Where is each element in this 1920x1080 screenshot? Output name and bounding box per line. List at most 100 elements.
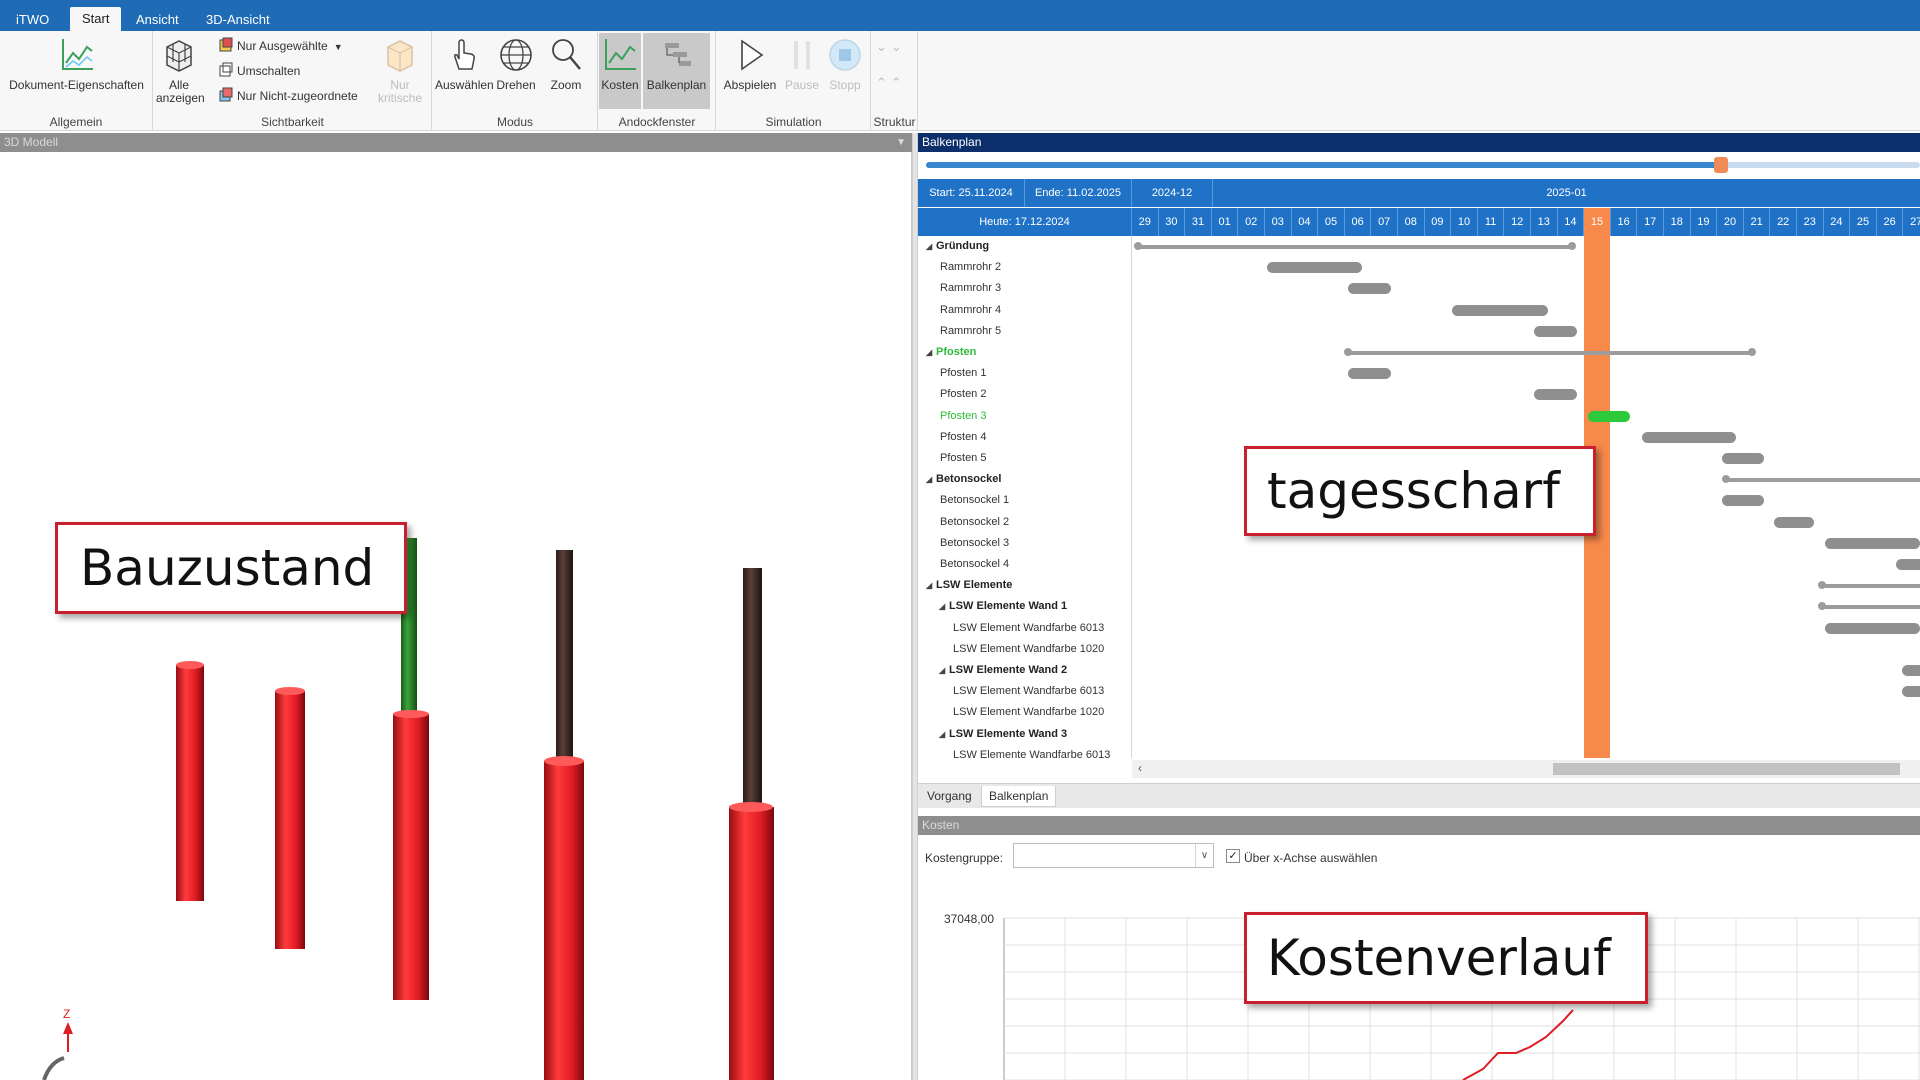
gantt-horizontal-scrollbar[interactable]: ‹ (1132, 760, 1920, 778)
rotate-mode-button[interactable]: Drehen (491, 35, 541, 92)
tree-task-row[interactable]: Rammrohr 4 (918, 300, 1001, 321)
expand-all-icon[interactable]: ⌄⌄ (876, 39, 906, 55)
costs-window-button[interactable]: Kosten (599, 33, 641, 109)
gantt-task-bar[interactable] (1902, 686, 1920, 698)
gantt-task-bar[interactable] (1642, 431, 1736, 443)
model-pane-header: 3D Modell ▼ (0, 133, 912, 152)
gantt-task-bar[interactable] (1896, 559, 1920, 570)
gantt-task-bar[interactable] (1722, 495, 1764, 507)
group-label-modus: Modus (496, 115, 534, 129)
chevron-down-icon[interactable]: ∨ (1195, 844, 1213, 867)
collapse-triangle-icon[interactable]: ◢ (926, 575, 936, 596)
gantt-task-bar[interactable] (1902, 665, 1920, 676)
collapse-triangle-icon[interactable]: ◢ (926, 342, 936, 363)
tree-group-row[interactable]: ◢ Betonsockel (918, 469, 1001, 490)
show-all-button[interactable]: Alle anzeigen (156, 35, 205, 105)
gantt-task-bar[interactable] (1825, 622, 1920, 634)
callout-tagesscharf: tagesscharf (1244, 446, 1596, 536)
document-properties-button[interactable]: Dokument-Eigenschaften (2, 35, 151, 92)
tree-group-row[interactable]: ◢ Pfosten (918, 342, 976, 363)
tree-task-row[interactable]: Pfosten 2 (918, 384, 986, 405)
only-selected-button[interactable]: Nur Ausgewählte ▼ (218, 36, 343, 56)
tab-balkenplan[interactable]: Balkenplan (981, 786, 1057, 807)
gantt-task-bar[interactable] (1267, 262, 1362, 274)
gantt-task-bar[interactable] (1534, 389, 1577, 401)
tree-task-row[interactable]: Pfosten 1 (918, 363, 986, 384)
gantt-task-bar[interactable] (1348, 368, 1391, 380)
tree-task-row[interactable]: Pfosten 3 (918, 406, 986, 427)
tree-task-row[interactable]: Betonsockel 3 (918, 533, 1009, 554)
tree-task-row[interactable]: Pfosten 4 (918, 427, 986, 448)
scrollbar-thumb[interactable] (1553, 763, 1900, 775)
tree-group-row[interactable]: ◢ LSW Elemente (918, 575, 1012, 596)
stop-button[interactable]: Stopp (823, 35, 867, 92)
only-critical-button[interactable]: Nur kritische (374, 35, 426, 105)
model-3d-pane[interactable]: 3D Modell ▼ Z Bauzustand (0, 133, 912, 1080)
tree-task-row[interactable]: Betonsockel 2 (918, 512, 1009, 533)
tree-task-row[interactable]: LSW Elemente Wandfarbe 6013 (918, 745, 1110, 758)
cubes-icon (166, 40, 192, 72)
timeline-slider-thumb[interactable] (1714, 157, 1729, 173)
tree-task-row[interactable]: LSW Element Wandfarbe 6013 (918, 618, 1104, 639)
play-label: Abspielen (723, 78, 777, 92)
gantt-summary-bar[interactable] (1722, 475, 1920, 484)
tree-task-row[interactable]: LSW Element Wandfarbe 1020 (918, 702, 1104, 723)
pane-dropdown-icon[interactable]: ▼ (896, 133, 906, 152)
tree-task-row[interactable]: Pfosten 5 (918, 448, 986, 469)
gantt-task-bar[interactable] (1348, 283, 1391, 295)
tab-vorgang[interactable]: Vorgang (920, 786, 979, 807)
play-button[interactable]: Abspielen (719, 35, 781, 92)
gantt-summary-bar[interactable] (1818, 602, 1920, 611)
tab-itwo[interactable]: iTWO (4, 9, 61, 31)
scroll-left-icon[interactable]: ‹ (1138, 761, 1142, 775)
collapse-triangle-icon[interactable]: ◢ (939, 724, 949, 745)
gantt-day-19: 19 (1691, 208, 1718, 236)
pile-rammrohr-3[interactable] (275, 687, 305, 949)
collapse-all-icon[interactable]: ⌃⌃ (876, 75, 906, 91)
gantt-task-bar[interactable] (1774, 516, 1814, 528)
gantt-summary-bar[interactable] (1344, 348, 1756, 356)
only-unassigned-button[interactable]: Nur Nicht-zugeordnete (218, 86, 358, 106)
collapse-triangle-icon[interactable]: ◢ (926, 469, 936, 490)
model-viewport[interactable]: Z (0, 152, 912, 1080)
tree-task-row[interactable]: LSW Element Wandfarbe 6013 (918, 681, 1104, 702)
tab-start[interactable]: Start (70, 7, 122, 31)
x-axis-select-checkbox[interactable]: ✓ (1226, 849, 1240, 863)
cost-group-select[interactable]: ∨ (1013, 843, 1214, 868)
tree-group-row[interactable]: ◢ Gründung (918, 236, 989, 257)
tab-ansicht[interactable]: Ansicht (124, 9, 191, 31)
tree-task-row[interactable]: Betonsockel 4 (918, 554, 1009, 575)
pile-rammrohr-2[interactable] (176, 661, 204, 901)
gantt-task-bar[interactable] (1534, 325, 1577, 337)
tree-task-row[interactable]: Rammrohr 5 (918, 321, 1001, 342)
collapse-triangle-icon[interactable]: ◢ (926, 236, 936, 257)
gantt-task-bar[interactable] (1825, 537, 1920, 549)
pause-button[interactable]: Pause (781, 35, 823, 92)
gantt-window-button[interactable]: Balkenplan (643, 33, 710, 109)
zoom-mode-button[interactable]: Zoom (541, 35, 591, 92)
tree-task-row[interactable]: Rammrohr 2 (918, 257, 1001, 278)
gantt-task-bar[interactable] (1722, 453, 1764, 464)
tree-group-row[interactable]: ◢ LSW Elemente Wand 3 (918, 724, 1067, 745)
tree-group-row[interactable]: ◢ LSW Elemente Wand 2 (918, 660, 1067, 681)
select-mode-button[interactable]: Auswählen (435, 35, 494, 92)
tree-task-row[interactable]: Betonsockel 1 (918, 490, 1009, 511)
toggle-visibility-button[interactable]: Umschalten (218, 61, 300, 81)
tree-task-row[interactable]: LSW Element Wandfarbe 1020 (918, 639, 1104, 660)
collapse-triangle-icon[interactable]: ◢ (939, 660, 949, 681)
tab-3d-ansicht[interactable]: 3D-Ansicht (194, 9, 282, 31)
gantt-summary-bar[interactable] (1134, 242, 1576, 250)
tree-group-row[interactable]: ◢ LSW Elemente Wand 1 (918, 596, 1067, 617)
gantt-task-bar[interactable] (1452, 304, 1548, 316)
gantt-task-bar-active[interactable] (1588, 410, 1630, 422)
callout-bauzustand: Bauzustand (55, 522, 407, 614)
group-label-allgemein: Allgemein (49, 115, 103, 129)
pile-rammrohr-6[interactable] (729, 568, 774, 1080)
gantt-icon (664, 43, 691, 66)
tree-task-row[interactable]: Rammrohr 3 (918, 278, 1001, 299)
timeline-slider[interactable] (926, 157, 1920, 173)
gantt-summary-bar[interactable] (1818, 581, 1920, 590)
gantt-bottom-tabs: Vorgang Balkenplan (918, 783, 1920, 808)
collapse-triangle-icon[interactable]: ◢ (939, 596, 949, 617)
pile-rammrohr-5[interactable] (544, 550, 584, 1080)
